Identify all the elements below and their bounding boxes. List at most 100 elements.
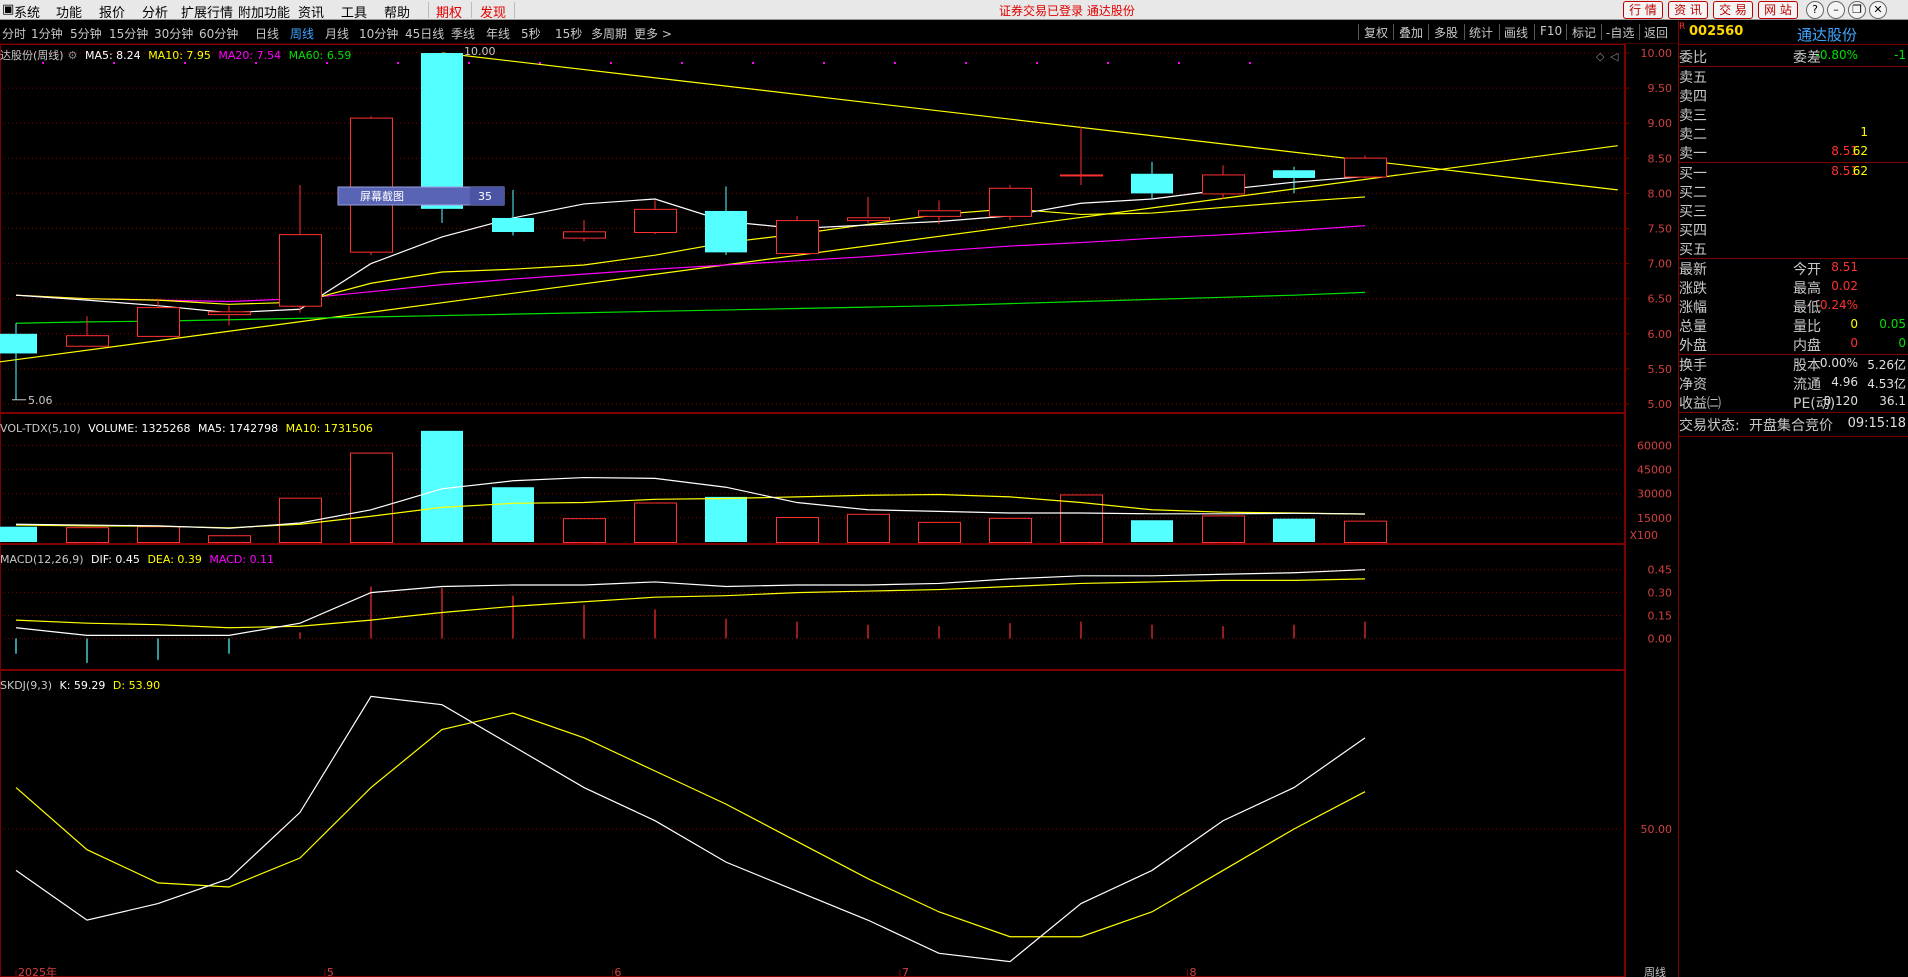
help-icon[interactable]: ? <box>1806 1 1824 19</box>
multi-stock-button[interactable]: 多股 <box>1434 24 1458 41</box>
watchlist-button[interactable]: -自选 <box>1606 24 1634 41</box>
menu-tools[interactable]: 工具 <box>341 2 367 21</box>
volume-bar-down[interactable] <box>492 487 534 542</box>
news-button[interactable]: 资 讯 <box>1668 1 1708 19</box>
candle-body-down[interactable] <box>492 217 534 233</box>
period-tab[interactable]: 45日线 <box>405 25 444 42</box>
volume-bar-up[interactable] <box>1344 520 1387 544</box>
period-tab-active[interactable]: 周线 <box>290 25 314 42</box>
sell-row[interactable]: 卖二 1 <box>1679 124 1908 143</box>
buy-row[interactable]: 买三 <box>1679 201 1908 220</box>
candle-body-down[interactable] <box>1273 170 1315 178</box>
website-button[interactable]: 网 站 <box>1758 1 1798 19</box>
period-tab[interactable]: 60分钟 <box>199 25 238 42</box>
menu-icon[interactable]: ▣ <box>2 2 14 17</box>
volume-bar-up[interactable] <box>66 527 109 543</box>
volume-bar-down[interactable] <box>0 526 37 542</box>
settings-icon[interactable]: ⚙ <box>68 49 78 62</box>
candle-body-up[interactable] <box>350 117 393 253</box>
candle-body-up[interactable] <box>918 210 961 217</box>
menu-news[interactable]: 资讯 <box>298 2 324 21</box>
candle-body-up[interactable] <box>137 307 180 337</box>
sell-row[interactable]: 卖一 8.51 62 <box>1679 143 1908 162</box>
menu-extended-market[interactable]: 扩展行情 <box>181 2 233 21</box>
period-tab[interactable]: 多周期 <box>591 25 627 42</box>
sell-row[interactable]: 卖五 <box>1679 67 1908 86</box>
candle-body-down[interactable] <box>1131 173 1173 194</box>
menu-options[interactable]: 期权 <box>436 2 462 21</box>
menu-help[interactable]: 帮助 <box>384 2 410 21</box>
overlay-button[interactable]: 叠加 <box>1399 24 1423 41</box>
candle-body-down[interactable] <box>421 53 463 209</box>
menu-analysis[interactable]: 分析 <box>142 2 168 21</box>
menu-quote[interactable]: 报价 <box>99 2 125 21</box>
mark-button[interactable]: 标记 <box>1572 24 1596 41</box>
stat-label: 涨跌 <box>1679 281 1707 297</box>
volume-bar-down[interactable] <box>705 496 747 542</box>
candle-body-up[interactable] <box>847 217 890 222</box>
menu-function[interactable]: 功能 <box>56 2 82 21</box>
close-icon[interactable]: ✕ <box>1869 1 1887 19</box>
minimize-icon[interactable]: – <box>1827 1 1845 19</box>
volume-bar-up[interactable] <box>208 535 251 544</box>
period-tab[interactable]: 30分钟 <box>154 25 193 42</box>
period-tab[interactable]: 年线 <box>486 25 510 42</box>
candle-body-up[interactable] <box>1344 157 1387 178</box>
period-tab[interactable]: 15秒 <box>555 25 582 42</box>
trade-button[interactable]: 交 易 <box>1713 1 1753 19</box>
candle-body-down[interactable] <box>705 210 747 253</box>
candle-body-up[interactable] <box>563 231 606 239</box>
period-tab[interactable]: 更多 > <box>634 25 672 42</box>
period-tab[interactable]: 季线 <box>451 25 475 42</box>
f10-button[interactable]: F10 <box>1540 24 1562 38</box>
period-tab[interactable]: 日线 <box>255 25 279 42</box>
back-button[interactable]: 返回 <box>1644 24 1668 41</box>
chart-area[interactable]: 10.00 9.50 9.00 8.50 8.00 7.50 7.00 6.50 6.00 5.5… <box>0 44 1678 977</box>
volume-bar-up[interactable] <box>847 513 890 543</box>
volume-bar-down[interactable] <box>1273 518 1315 542</box>
volume-bar-up[interactable] <box>350 452 393 544</box>
sell-row[interactable]: 卖三 <box>1679 105 1908 124</box>
buy-row[interactable]: 买五 <box>1679 239 1908 258</box>
volume-bar-up[interactable] <box>563 518 606 543</box>
buy-row[interactable]: 买一 8.51 62 <box>1679 163 1908 182</box>
candle-body-up[interactable] <box>1060 174 1103 177</box>
volume-bar-up[interactable] <box>918 521 961 544</box>
draw-button[interactable]: 画线 <box>1504 24 1528 41</box>
buy-row[interactable]: 买二 <box>1679 182 1908 201</box>
period-tab[interactable]: 15分钟 <box>109 25 148 42</box>
candle-body-up[interactable] <box>279 234 322 307</box>
stats-button[interactable]: 统计 <box>1469 24 1493 41</box>
candle-body-down[interactable] <box>0 333 37 354</box>
menu-discover[interactable]: 发现 <box>480 2 506 21</box>
candle-body-up[interactable] <box>776 220 819 255</box>
buy-row[interactable]: 买四 <box>1679 220 1908 239</box>
candle-body-up[interactable] <box>989 187 1032 217</box>
adjust-button[interactable]: 复权 <box>1364 24 1388 41</box>
candlestick-chart[interactable]: 10.00 9.50 9.00 8.50 8.00 7.50 7.00 6.50 6.00 5.5… <box>0 44 1678 977</box>
candle-body-up[interactable] <box>1202 174 1245 195</box>
candle-body-up[interactable] <box>66 335 109 347</box>
volume-bar-down[interactable] <box>421 430 463 542</box>
period-marker <box>610 62 612 64</box>
menu-system[interactable]: 系统 <box>14 2 40 21</box>
volume-bar-up[interactable] <box>137 526 180 544</box>
period-tab[interactable]: 分时 <box>2 25 26 42</box>
period-tab[interactable]: 1分钟 <box>31 25 63 42</box>
period-tab[interactable]: 5分钟 <box>70 25 102 42</box>
candle-body-up[interactable] <box>208 311 251 316</box>
volume-bar-up[interactable] <box>989 517 1032 544</box>
sell-row[interactable]: 卖四 <box>1679 86 1908 105</box>
period-tab[interactable]: 月线 <box>325 25 349 42</box>
period-tab[interactable]: 10分钟 <box>359 25 398 42</box>
volume-bar-up[interactable] <box>776 517 819 543</box>
menu-extra-function[interactable]: 附加功能 <box>238 2 290 21</box>
market-button[interactable]: 行 情 <box>1623 1 1663 19</box>
buy-level-label: 买一 <box>1679 166 1707 182</box>
volume-bar-up[interactable] <box>634 502 677 543</box>
volume-bar-down[interactable] <box>1131 520 1173 542</box>
candle-body-up[interactable] <box>634 208 677 234</box>
restore-icon[interactable]: ❐ <box>1848 1 1866 19</box>
period-tab[interactable]: 5秒 <box>521 25 541 42</box>
volume-bar-up[interactable] <box>1202 515 1245 543</box>
